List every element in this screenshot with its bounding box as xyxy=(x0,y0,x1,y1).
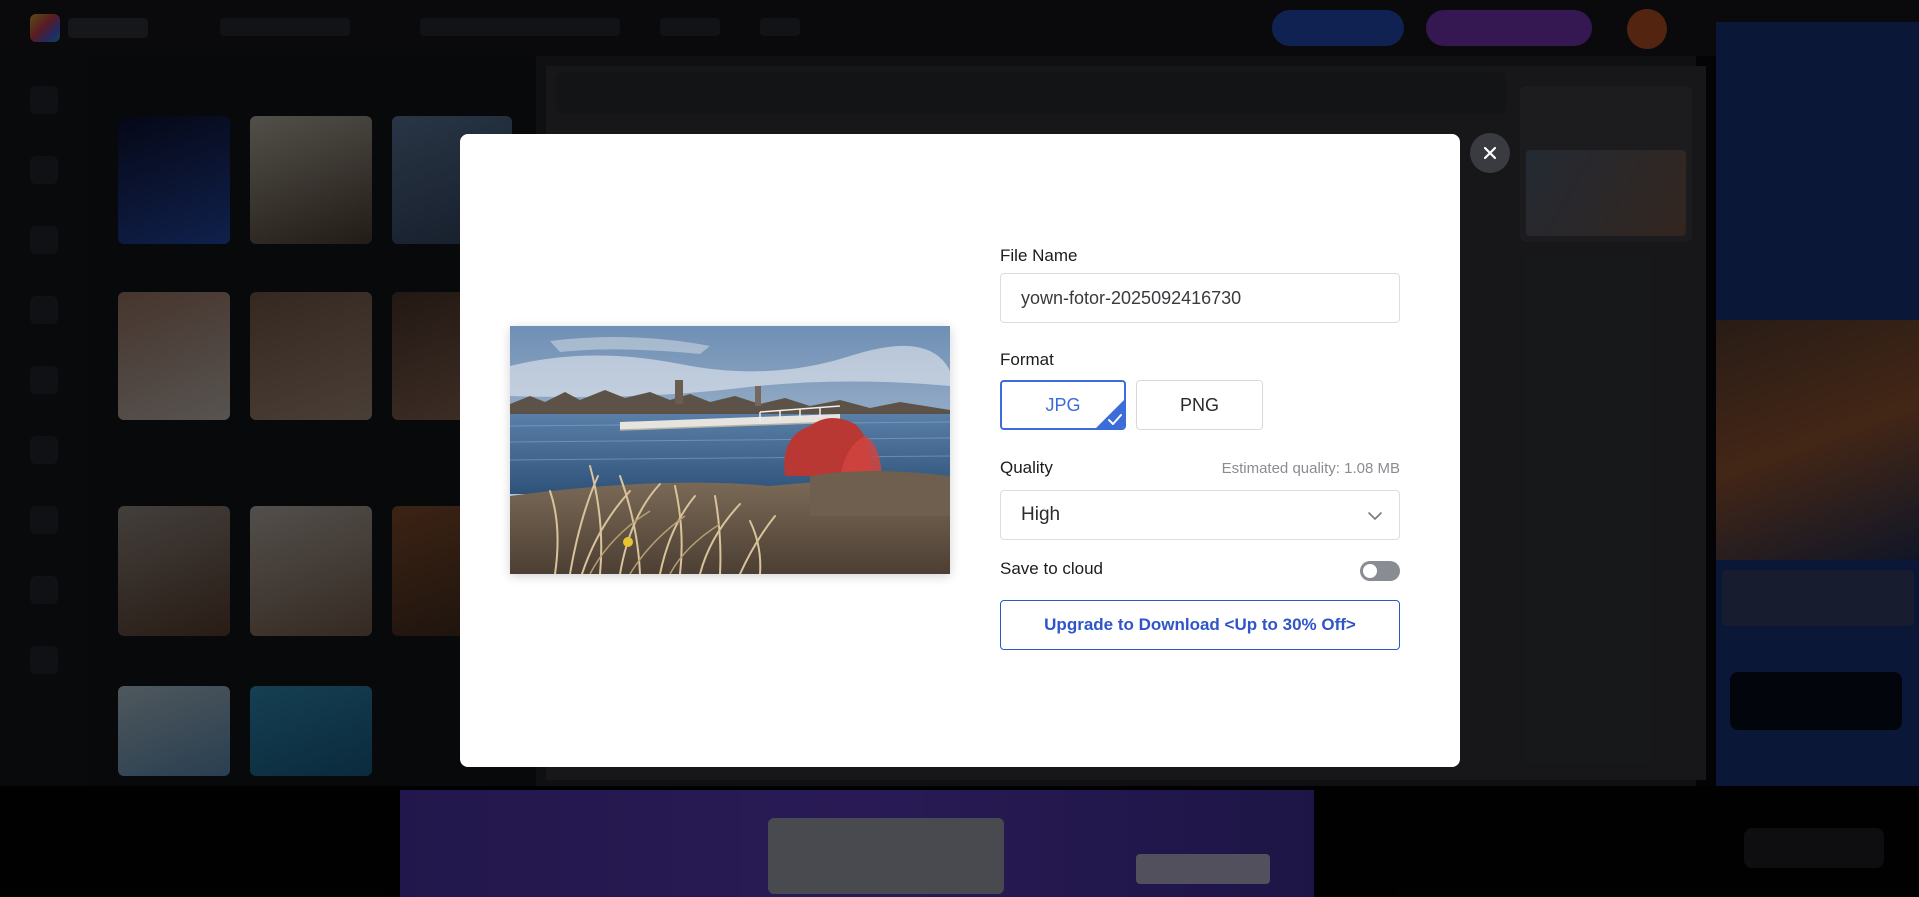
format-png-button[interactable]: PNG xyxy=(1136,380,1263,430)
quality-selected-value: High xyxy=(1021,504,1061,525)
file-name-input[interactable] xyxy=(1001,274,1399,322)
close-button[interactable] xyxy=(1470,133,1510,173)
format-png-label: PNG xyxy=(1179,394,1219,415)
preview-image xyxy=(510,326,950,574)
file-name-label: File Name xyxy=(1000,246,1078,265)
file-name-field[interactable] xyxy=(1000,273,1400,323)
format-jpg-button[interactable]: JPG xyxy=(1000,380,1126,430)
export-settings-form: File Name Format JPG PNG Quality Estimat… xyxy=(1000,134,1400,767)
save-to-cloud-toggle[interactable] xyxy=(1360,561,1400,581)
save-to-cloud-label: Save to cloud xyxy=(1000,559,1104,578)
estimated-quality-text: Estimated quality: 1.08 MB xyxy=(1221,460,1400,477)
close-icon xyxy=(1483,146,1497,160)
quality-dropdown[interactable]: High xyxy=(1000,490,1400,540)
chevron-down-icon xyxy=(1368,512,1382,520)
format-label: Format xyxy=(1000,350,1054,369)
toggle-knob xyxy=(1363,564,1377,578)
checkmark-icon xyxy=(1096,400,1124,428)
upgrade-to-download-button[interactable]: Upgrade to Download <Up to 30% Off> xyxy=(1000,600,1400,650)
quality-label: Quality xyxy=(1000,458,1053,477)
download-dialog: File Name Format JPG PNG Quality Estimat… xyxy=(460,134,1460,767)
format-jpg-label: JPG xyxy=(1045,394,1081,415)
